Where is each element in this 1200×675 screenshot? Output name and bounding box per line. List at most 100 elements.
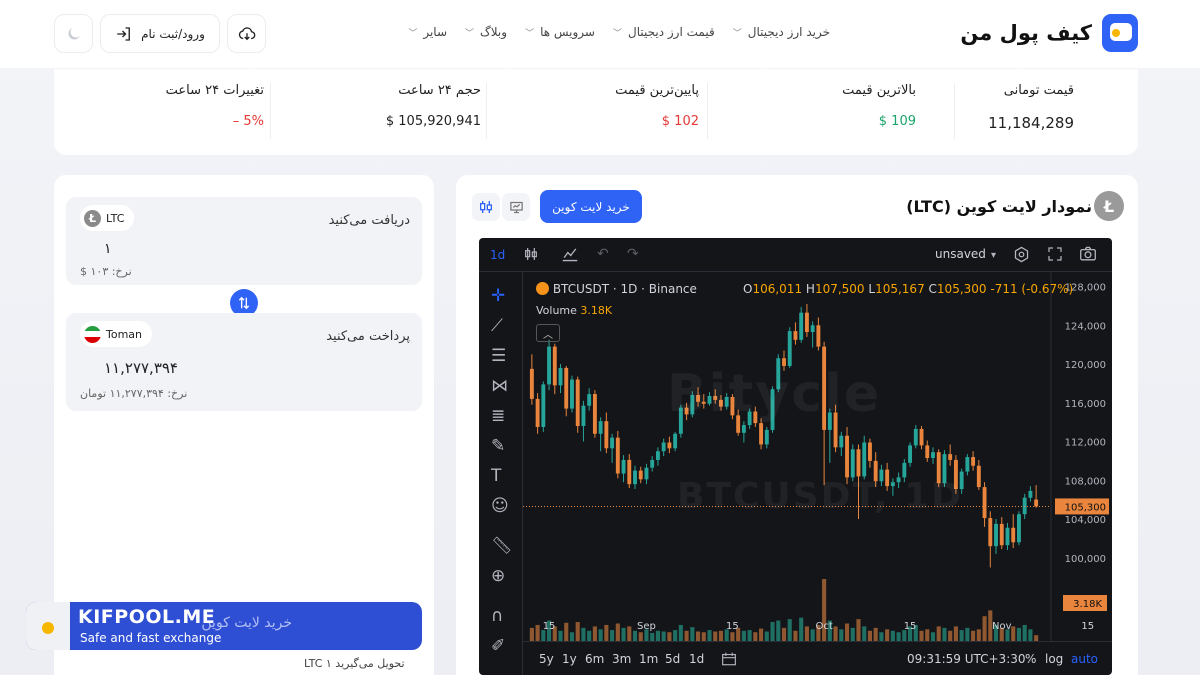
menu-item-blog[interactable]: وبلاگ ﹀ [465, 25, 507, 39]
volume-bar [930, 632, 936, 641]
receive-amount-input[interactable]: ۱ [104, 241, 112, 257]
range-6m[interactable]: 6m [585, 652, 604, 666]
chart-watermark-symbol: BTCUSDT, 1D [677, 476, 964, 517]
log-toggle[interactable]: log [1045, 652, 1063, 666]
ruler-icon[interactable]: 📏︎ [491, 536, 513, 556]
stat-value: 5% – [232, 114, 264, 129]
change-value: -711 (-0.67%) [990, 282, 1074, 296]
receive-coin-select[interactable]: Ł LTC [80, 205, 135, 231]
candles-toggle[interactable] [472, 193, 500, 221]
candle-type-icon[interactable] [523, 246, 539, 266]
theme-toggle-button[interactable] [54, 14, 93, 53]
volume-bar [753, 632, 758, 641]
range-5d[interactable]: 5d [665, 652, 680, 666]
brand-watermark-name: KIFPOOL.ME [78, 606, 216, 628]
candlestick-chart[interactable]: 128,000124,000120,000116,000112,000108,0… [523, 272, 1112, 641]
volume-bar [885, 629, 890, 641]
volume-bar [873, 627, 878, 641]
volume-bar [569, 632, 575, 641]
text-tool-icon[interactable]: T [491, 466, 501, 486]
y-tick-label: 104,000 [1065, 515, 1106, 526]
candle-body [1028, 490, 1033, 498]
camera-icon[interactable] [1079, 246, 1097, 266]
menu-item-buy-crypto[interactable]: خرید ارز دیجیتال ﹀ [733, 25, 830, 39]
pay-amount-input[interactable]: ۱۱,۲۷۷,۳۹۴ [104, 359, 178, 377]
litecoin-icon: Ł [84, 209, 101, 227]
settings-icon[interactable] [1013, 246, 1030, 267]
trendline-icon[interactable]: ⟋ [491, 316, 503, 336]
x-tick-label: 15 [1081, 621, 1094, 632]
indicators-icon[interactable] [561, 246, 579, 266]
undo-icon[interactable]: ↶ [597, 246, 609, 262]
range-1m[interactable]: 1m [639, 652, 658, 666]
date-range-icon[interactable] [721, 652, 737, 669]
candle-body [862, 442, 867, 477]
pay-box: پرداخت می‌کنید Toman ۱۱,۲۷۷,۳۹۴ نرخ: ۱۱,… [66, 313, 422, 411]
range-3m[interactable]: 3m [612, 652, 631, 666]
cloud-download-icon [238, 26, 255, 40]
volume-bar [781, 627, 787, 641]
lock-draw-icon[interactable]: ✐ [491, 636, 505, 656]
stat-value: 109 $ [878, 114, 916, 129]
volume-bar [535, 624, 540, 641]
volume-bar [965, 627, 970, 641]
volume-bar [971, 630, 976, 641]
horizontal-lines-icon[interactable]: ☰ [491, 346, 506, 366]
volume-bar [667, 632, 672, 641]
clock-time[interactable]: 09:31:59 UTC+3:30 [907, 652, 1026, 666]
volume-bar [604, 624, 609, 641]
volume-bar [936, 626, 941, 641]
login-register-button[interactable]: ورود/ثبت نام [100, 14, 220, 53]
percent-toggle[interactable]: % [1025, 652, 1036, 666]
logo-text: کیف پول من [960, 21, 1092, 45]
candle-body [976, 465, 981, 488]
y-tick-label: 124,000 [1065, 321, 1106, 332]
menu-item-crypto-prices[interactable]: قیمت ارز دیجیتال ﹀ [613, 25, 715, 39]
converter-panel: دریافت می‌کنید Ł LTC ۱ نرخ: ۱۰۳ $ پرداخت… [54, 175, 434, 675]
receive-rate: نرخ: ۱۰۳ $ [80, 265, 132, 278]
volume-legend: Volume 3.18K [536, 304, 612, 317]
logo[interactable]: کیف پول من [960, 14, 1138, 52]
symbol-label[interactable]: BTCUSDT · 1D · Binance [553, 282, 697, 296]
close-value: 105,300 [936, 282, 987, 296]
volume-bar [850, 627, 855, 641]
presentation-toggle[interactable] [502, 193, 530, 221]
menu-item-label: سرویس ها [540, 25, 595, 39]
divider [486, 83, 487, 139]
layout-name[interactable]: unsaved [935, 247, 986, 261]
candle-body [988, 518, 993, 547]
candle-body [558, 367, 563, 386]
volume-bar [1022, 624, 1027, 641]
pay-currency-select[interactable]: Toman [80, 321, 153, 347]
volume-bar [592, 626, 597, 641]
fullscreen-icon[interactable] [1047, 246, 1063, 266]
candle-body [931, 452, 935, 458]
auto-toggle[interactable]: auto [1071, 652, 1098, 666]
volume-bar [839, 629, 844, 641]
candle-body [965, 457, 970, 472]
candle-body [1034, 499, 1039, 507]
chart-buy-button[interactable]: خرید لایت کوین [540, 190, 642, 223]
fib-icon[interactable]: ≣ [491, 406, 505, 426]
emoji-icon[interactable]: ☺ [491, 496, 509, 516]
magnet-icon[interactable]: ∩ [491, 606, 503, 626]
volume-bar [833, 626, 838, 641]
chevron-down-icon[interactable]: ▾ [991, 250, 996, 261]
menu-item-other[interactable]: سایر ﹀ [408, 25, 447, 39]
pattern-icon[interactable]: ⋈ [491, 376, 508, 396]
menu-item-label: وبلاگ [480, 25, 508, 39]
collapse-legend-button[interactable]: ︿ [536, 324, 560, 342]
range-5y[interactable]: 5y [539, 652, 554, 666]
zoom-in-icon[interactable]: ⊕ [491, 566, 505, 586]
crosshair-icon[interactable]: ✛ [491, 286, 505, 306]
interval-button[interactable]: 1d [490, 248, 505, 262]
range-1d[interactable]: 1d [689, 652, 704, 666]
candle-body [564, 367, 569, 409]
menu-item-services[interactable]: سرویس ها ﹀ [525, 25, 595, 39]
range-1y[interactable]: 1y [562, 652, 577, 666]
redo-icon[interactable]: ↷ [627, 246, 639, 262]
x-tick-label: 15 [726, 621, 739, 632]
brush-icon[interactable]: ✎ [491, 436, 505, 456]
download-app-button[interactable] [227, 14, 266, 53]
stat-change-24h: تغییرات ۲۴ ساعت 5% – [64, 83, 264, 129]
